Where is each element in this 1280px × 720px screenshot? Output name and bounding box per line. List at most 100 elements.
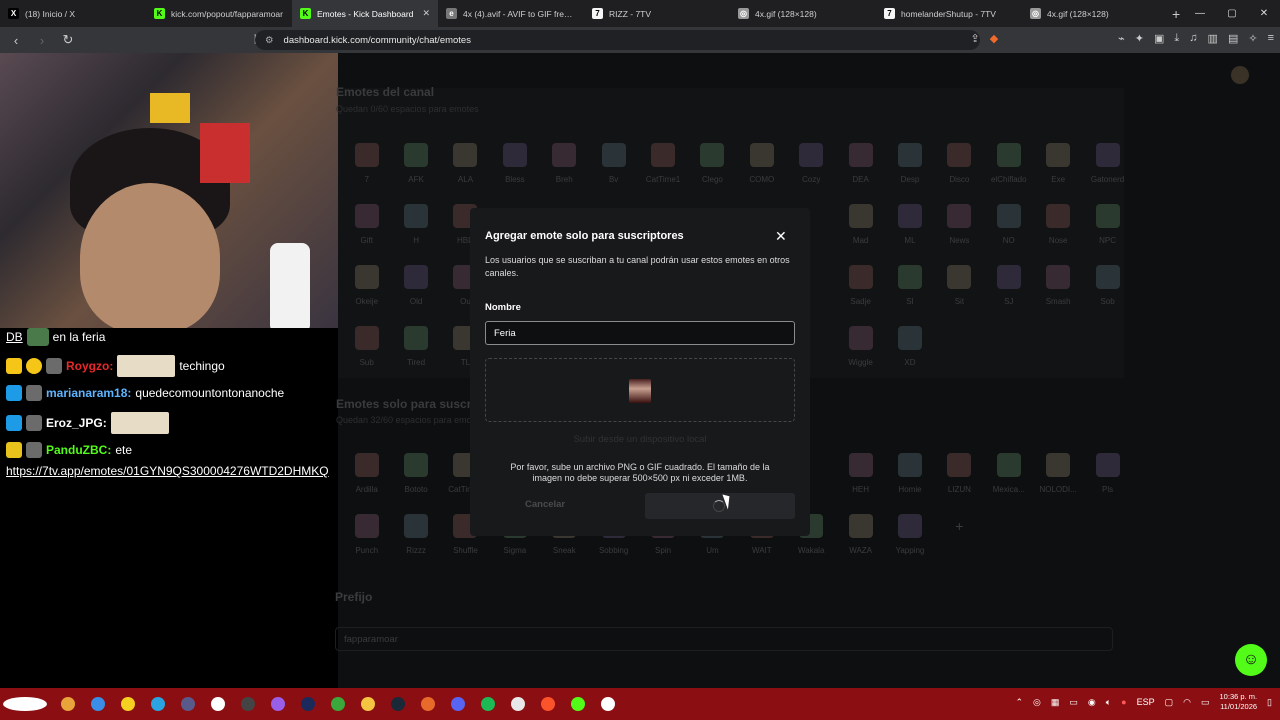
- discord-icon[interactable]: [446, 692, 470, 716]
- emote-tile[interactable]: Bless: [490, 143, 539, 184]
- submit-button[interactable]: [645, 493, 795, 519]
- cancel-button[interactable]: Cancelar: [525, 499, 565, 510]
- emote-tile[interactable]: Disco: [935, 143, 984, 184]
- emote-tile[interactable]: Exe: [1033, 143, 1082, 184]
- chat-username[interactable]: PanduZBC:: [46, 443, 111, 457]
- tray-app-icon[interactable]: ◎: [1033, 697, 1041, 708]
- close-tab-icon[interactable]: ✕: [422, 8, 430, 19]
- battery-icon[interactable]: ▭: [1201, 697, 1210, 708]
- emote-tile[interactable]: ML: [885, 204, 934, 245]
- browser-tab[interactable]: ◎ 4x.gif (128×128): [1022, 0, 1168, 27]
- upload-dropzone[interactable]: [485, 358, 795, 422]
- emote-tile[interactable]: Tired: [391, 326, 440, 367]
- wallet-icon[interactable]: ▤: [1228, 32, 1238, 45]
- sidebar-icon[interactable]: ▥: [1208, 32, 1218, 45]
- emote-tile[interactable]: Okeije: [342, 265, 391, 306]
- g-icon[interactable]: [206, 692, 230, 716]
- c-icon[interactable]: [596, 692, 620, 716]
- spotify-icon[interactable]: [476, 692, 500, 716]
- help-chat-button[interactable]: ☺: [1235, 644, 1267, 676]
- upload-from-device-button[interactable]: Subir desde un dispositivo local: [470, 434, 810, 445]
- url-field[interactable]: ⚙ dashboard.kick.com/community/chat/emot…: [255, 30, 980, 50]
- emote-tile[interactable]: ALA: [441, 143, 490, 184]
- chat-username[interactable]: DB: [6, 330, 23, 344]
- emote-tile[interactable]: Homie: [885, 453, 934, 494]
- browser-tab[interactable]: X (18) Inicio / X: [0, 0, 146, 27]
- emote-tile[interactable]: NOLODI...: [1033, 453, 1082, 494]
- emote-tile[interactable]: Sit: [935, 265, 984, 306]
- folder-icon[interactable]: [356, 692, 380, 716]
- notification-icon[interactable]: ▯: [1267, 697, 1272, 708]
- browser-tab[interactable]: ◎ 4x.gif (128×128): [730, 0, 876, 27]
- steam-icon[interactable]: ◉: [1088, 697, 1096, 708]
- flash-icon[interactable]: [116, 692, 140, 716]
- emote-tile[interactable]: Old: [391, 265, 440, 306]
- emote-tile[interactable]: Sob: [1083, 265, 1132, 306]
- emote-tile[interactable]: NO: [984, 204, 1033, 245]
- forward-icon[interactable]: ›: [32, 33, 52, 48]
- kick-icon[interactable]: [566, 692, 590, 716]
- user-avatar[interactable]: [1231, 66, 1249, 84]
- emote-tile[interactable]: Ardilla: [342, 453, 391, 494]
- emote-name-input[interactable]: [485, 321, 795, 345]
- emote-tile[interactable]: 7: [342, 143, 391, 184]
- firefox-icon[interactable]: [416, 692, 440, 716]
- brave-icon[interactable]: [536, 692, 560, 716]
- maximize-icon[interactable]: ▢: [1216, 8, 1248, 19]
- emote-tile[interactable]: CatTime1: [638, 143, 687, 184]
- emote-tile[interactable]: Breh: [540, 143, 589, 184]
- emote-tile[interactable]: Gatonerd: [1083, 143, 1132, 184]
- steam-icon[interactable]: [386, 692, 410, 716]
- emote-tile[interactable]: News: [935, 204, 984, 245]
- chrome-icon[interactable]: [506, 692, 530, 716]
- browser-tab[interactable]: K Emotes - Kick Dashboard ✕: [292, 0, 438, 27]
- chat-username[interactable]: Eroz_JPG:: [46, 416, 107, 430]
- chevron-up-icon[interactable]: ⌃: [1015, 697, 1023, 708]
- chat-link[interactable]: https://7tv.app/emotes/01GYN9QS300004276…: [6, 463, 336, 480]
- emote-tile[interactable]: Mexica...: [984, 453, 1033, 494]
- xbox-icon[interactable]: [326, 692, 350, 716]
- extensions-icon[interactable]: ✦: [1135, 32, 1144, 45]
- hand-icon[interactable]: [56, 692, 80, 716]
- prefix-input[interactable]: fapparamoar: [335, 627, 1113, 651]
- browser-tab[interactable]: 7 homelanderShutup - 7TV: [876, 0, 1022, 27]
- close-window-icon[interactable]: ✕: [1248, 8, 1280, 19]
- emote-tile[interactable]: Desp: [885, 143, 934, 184]
- emote-tile[interactable]: Sub: [342, 326, 391, 367]
- browser-tab[interactable]: Kkick.com/popout/fapparamoar: [146, 0, 292, 27]
- network-icon[interactable]: ◠: [1183, 697, 1191, 708]
- browser-tab[interactable]: 7 RIZZ - 7TV: [584, 0, 730, 27]
- translate-icon[interactable]: ⌁: [1118, 32, 1125, 45]
- back-icon[interactable]: ‹: [6, 33, 26, 48]
- emote-tile[interactable]: SJ: [984, 265, 1033, 306]
- media-icon[interactable]: ♫: [1189, 32, 1197, 45]
- app-icon[interactable]: [86, 692, 110, 716]
- browser-tab[interactable]: e 4x (4).avif - AVIF to GIF free on: [438, 0, 584, 27]
- minimize-icon[interactable]: —: [1184, 8, 1216, 19]
- download-icon[interactable]: ⤓: [1174, 32, 1179, 45]
- volume-icon[interactable]: 🔈︎: [1106, 697, 1111, 708]
- emote-tile[interactable]: NPC: [1083, 204, 1132, 245]
- mic-icon[interactable]: ●: [1121, 697, 1126, 707]
- emote-tile[interactable]: H: [391, 204, 440, 245]
- emote-tile[interactable]: AFK: [391, 143, 440, 184]
- emote-tile[interactable]: COMO: [737, 143, 786, 184]
- language-indicator[interactable]: ESP: [1137, 697, 1155, 707]
- screen-icon[interactable]: ▢: [1165, 697, 1174, 708]
- emote-tile[interactable]: Mad: [836, 204, 885, 245]
- chat-username[interactable]: Roygzo:: [66, 359, 113, 373]
- emote-tile[interactable]: LIZUN: [935, 453, 984, 494]
- emote-tile[interactable]: +: [935, 514, 984, 555]
- emote-tile[interactable]: Sadje: [836, 265, 885, 306]
- emote-tile[interactable]: elChiflado: [984, 143, 1033, 184]
- cuphead-icon[interactable]: [0, 692, 50, 716]
- close-icon[interactable]: ✕: [775, 228, 787, 245]
- screenshot-icon[interactable]: ▣: [1154, 32, 1164, 45]
- emote-tile[interactable]: WAZA: [836, 514, 885, 555]
- emote-tile[interactable]: Yapping: [885, 514, 934, 555]
- emote-tile[interactable]: Bototo: [391, 453, 440, 494]
- tray-app-icon[interactable]: ▦: [1051, 697, 1060, 708]
- clock[interactable]: 10:36 p. m. 11/01/2026: [1220, 692, 1258, 712]
- emote-tile[interactable]: Gift: [342, 204, 391, 245]
- emote-tile[interactable]: Cozy: [787, 143, 836, 184]
